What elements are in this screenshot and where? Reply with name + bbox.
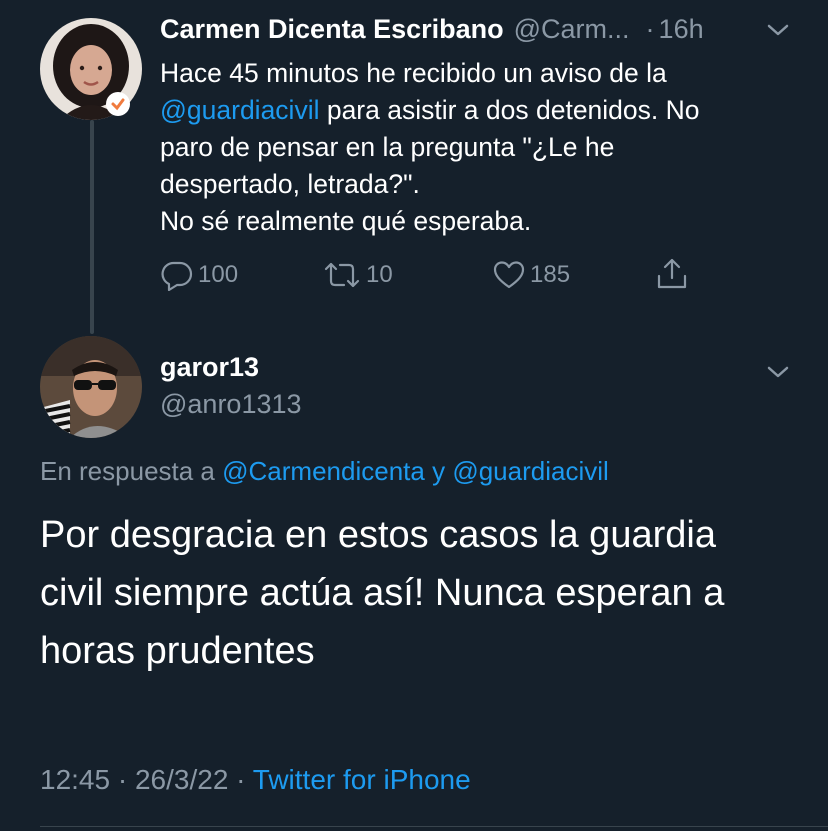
tweet-time[interactable]: 16h: [659, 14, 704, 45]
meta-separator: ·: [117, 764, 128, 795]
replying-to-prefix: En respuesta a: [40, 456, 215, 486]
replying-to: En respuesta a @Carmendicenta y @guardia…: [40, 456, 609, 487]
retweet-icon: [324, 262, 360, 288]
tweet-line: Hace 45 minutos he recibido un aviso de …: [160, 58, 667, 88]
reply-action[interactable]: 100: [160, 258, 238, 292]
replying-to-user-link[interactable]: @Carmendicenta: [222, 456, 425, 486]
tweet-line: No sé realmente qué esperaba.: [160, 206, 532, 236]
tweet-time[interactable]: 12:45: [40, 764, 110, 795]
reply-count: 100: [198, 261, 239, 288]
avatar-image: [40, 336, 142, 438]
mention-link[interactable]: @guardiacivil: [160, 95, 319, 125]
tweet-meta-footer: 12:45 · 26/3/22 · Twitter for iPhone: [40, 764, 471, 796]
author-handle[interactable]: @Carm...: [514, 14, 630, 45]
reply-icon: [161, 261, 193, 291]
thread-connector-line: [90, 120, 94, 334]
heart-icon: [493, 261, 525, 289]
tweet-source-link[interactable]: Twitter for iPhone: [253, 764, 471, 795]
retweet-action[interactable]: 10: [322, 258, 393, 292]
tweet-line: Por desgracia en estos casos la guardia: [40, 514, 716, 556]
reply-author-name[interactable]: garor13: [160, 352, 259, 383]
tweet-line: civil siempre actúa así! Nunca esperan a: [40, 572, 725, 614]
author-name[interactable]: Carmen Dicenta Escribano: [160, 14, 504, 45]
share-icon: [657, 258, 687, 289]
badge-icon: [111, 98, 125, 111]
share-action[interactable]: [654, 256, 690, 292]
meta-separator: ·: [236, 764, 246, 795]
replying-to-conjunction: y: [432, 456, 446, 486]
tweet-line: despertado, letrada?".: [160, 169, 420, 199]
like-action[interactable]: 185: [492, 258, 570, 292]
tweet-line: paro de pensar en la pregunta "¿Le he: [160, 132, 615, 162]
parent-more-chevron[interactable]: [764, 20, 792, 40]
reply-tweet-text: Por desgracia en estos casos la guardia …: [40, 506, 820, 680]
bottom-divider: [40, 826, 828, 827]
reply-author-handle[interactable]: @anro1313: [160, 389, 302, 420]
replying-to-user-link[interactable]: @guardiacivil: [452, 456, 608, 486]
time-separator: ·: [645, 14, 655, 44]
chevron-down-icon: [767, 24, 789, 36]
parent-tweet-text: Hace 45 minutos he recibido un aviso de …: [160, 55, 800, 240]
reply-more-chevron[interactable]: [764, 362, 792, 382]
retweet-count: 10: [366, 261, 393, 288]
verified-badge: [106, 92, 130, 116]
tweet-line: @guardiacivil para asistir a dos detenid…: [160, 92, 800, 129]
tweet-line-text: para asistir a dos detenidos. No: [319, 95, 700, 125]
tweet-date[interactable]: 26/3/22: [135, 764, 228, 795]
avatar-garor13[interactable]: [40, 336, 142, 438]
like-count: 185: [530, 261, 571, 288]
chevron-down-icon: [767, 366, 789, 378]
parent-tweet-header: Carmen Dicenta Escribano @Carm... · 16h: [160, 14, 704, 50]
tweet-line: horas prudentes: [40, 630, 315, 672]
